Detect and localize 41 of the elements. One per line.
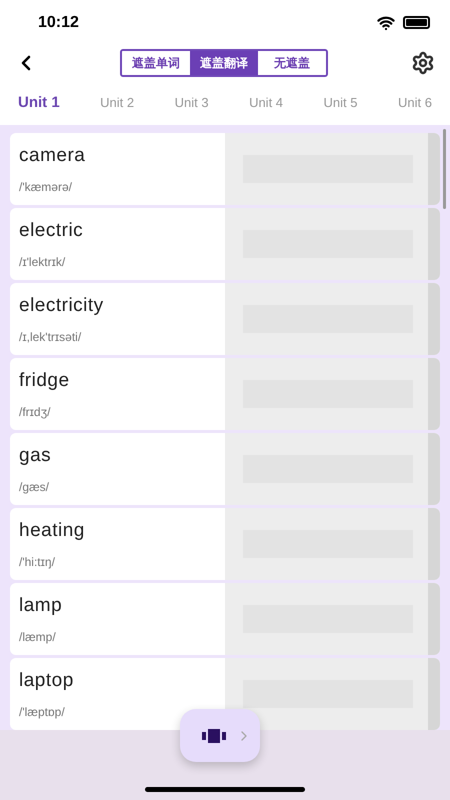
- cards-icon: [202, 728, 226, 742]
- word-card[interactable]: gas /gæs/: [10, 433, 440, 505]
- word-text: electric: [19, 218, 84, 243]
- word-text: camera: [19, 144, 86, 168]
- phonetic-text: /'læptɒp/: [19, 704, 66, 722]
- word-text: lamp: [19, 594, 64, 618]
- card-edge: [428, 208, 440, 280]
- word-text: electricity: [19, 294, 105, 318]
- card-edge: [428, 358, 440, 430]
- settings-button[interactable]: [410, 50, 436, 76]
- unit-tab[interactable]: Unit 1: [18, 92, 60, 114]
- card-edge: [428, 433, 440, 505]
- word-card[interactable]: heating /'hi:tɪŋ/: [10, 508, 440, 580]
- word-card[interactable]: laptop /'læptɒp/: [10, 658, 440, 730]
- card-edge: [428, 133, 440, 205]
- word-text: fridge: [19, 368, 71, 393]
- phonetic-text: /gæs/: [19, 479, 50, 496]
- status-time: 10:12: [38, 12, 79, 32]
- phonetic-text: /ɪ,lek'trɪsəti/: [19, 329, 82, 346]
- card-edge: [428, 658, 440, 730]
- word-text: laptop: [19, 668, 75, 693]
- card-edge: [428, 283, 440, 355]
- wifi-icon: [377, 14, 395, 32]
- card-edge: [428, 508, 440, 580]
- settings-icon: [411, 51, 435, 75]
- word-card[interactable]: camera /'kæmərə/: [10, 133, 440, 205]
- word-card[interactable]: electric /ɪ'lektrɪk/: [10, 208, 440, 280]
- word-card[interactable]: lamp /læmp/: [10, 583, 440, 655]
- phonetic-text: /læmp/: [19, 629, 57, 646]
- card-edge: [428, 583, 440, 655]
- battery-icon: [403, 16, 430, 29]
- word-card[interactable]: electricity /ɪ,lek'trɪsəti/: [10, 283, 440, 355]
- word-card[interactable]: fridge /frɪdʒ/: [10, 358, 440, 430]
- floating-toggle-button[interactable]: [180, 709, 260, 762]
- phonetic-text: /frɪdʒ/: [19, 404, 52, 422]
- phonetic-text: /ɪ'lektrɪk/: [19, 254, 66, 272]
- phonetic-text: /'kæmərə/: [19, 179, 73, 196]
- phonetic-text: /'hi:tɪŋ/: [19, 554, 56, 572]
- word-text: gas: [19, 444, 52, 468]
- word-text: heating: [19, 518, 86, 543]
- mode-tab[interactable]: 遮盖翻译: [190, 51, 258, 75]
